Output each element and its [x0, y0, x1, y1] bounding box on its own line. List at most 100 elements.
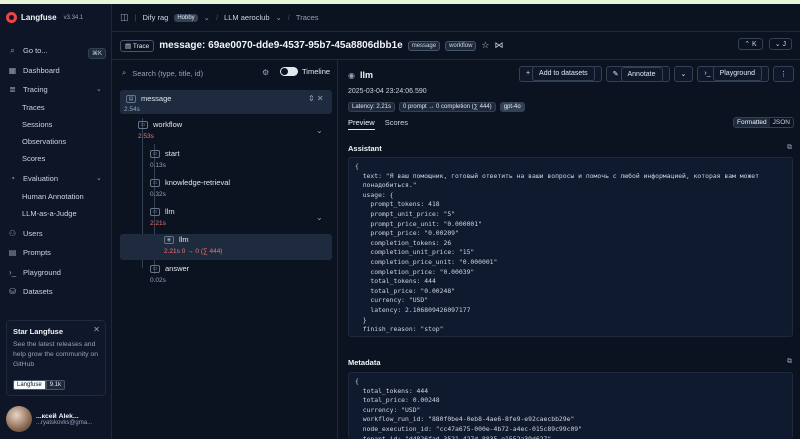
sidebar-item-llm-as-a-judge[interactable]: LLM-as-a-Judge [22, 209, 77, 218]
sidebar-item-human-annotation[interactable]: Human Annotation [22, 192, 84, 201]
chevron-down-icon[interactable]: ⌄ [316, 126, 323, 135]
next-trace-button[interactable]: ⌄ J [768, 38, 792, 50]
close-icon[interactable]: ✕ [93, 325, 100, 334]
copy-icon[interactable]: ⧉ [787, 358, 792, 366]
chevron-down-icon[interactable]: ⌄ [316, 213, 323, 222]
tag-workflow[interactable]: workflow [445, 40, 477, 51]
trace-titlebar: ▤ Trace message: 69ae0070-dde9-4537-95b7… [112, 32, 800, 60]
chevron-down-icon[interactable]: ⌄ [276, 13, 282, 22]
playground-button[interactable]: ›_ Playground [697, 66, 769, 82]
chevron-down-icon[interactable]: ⌄ [96, 85, 102, 93]
timeline-toggle[interactable]: Timeline [280, 67, 330, 76]
dashboard-icon: ▦ [8, 66, 17, 75]
sidebar-item-label: Evaluation [23, 174, 59, 183]
chevron-down-icon[interactable]: ⌄ [204, 13, 210, 22]
app: Langfuse v3.34.1 ⌕ Go to... ⌘K ▦ Dashboa… [0, 4, 800, 439]
node-name: knowledge-retrieval [165, 178, 231, 187]
sidebar-item-observations[interactable]: Observations [22, 137, 66, 146]
sidebar-item-evaluation[interactable]: ◔ Evaluation [8, 174, 58, 183]
previous-trace-button[interactable]: ⌃ K [738, 38, 763, 50]
model-badge: gpt-4o [499, 102, 525, 112]
tree-node-answer[interactable]: ▭ answer [150, 264, 189, 273]
github-star-button[interactable]: Langfuse 9.1k [13, 380, 66, 390]
tree-node-knowledge-retrieval[interactable]: ▭ knowledge-retrieval [150, 178, 230, 187]
sidebar-toggle-icon[interactable]: ◫ [120, 12, 129, 23]
tree-node-llm-generation[interactable]: ◉ llm [164, 235, 189, 244]
app-version: v3.34.1 [63, 14, 84, 21]
span-icon: ▭ [138, 120, 148, 129]
tag-message[interactable]: message [407, 40, 441, 51]
goto-label: Go to... [23, 46, 48, 55]
sidebar-item-playground[interactable]: ›_ Playground [8, 268, 61, 277]
format-json[interactable]: JSON [770, 118, 793, 127]
page-title: message: 69ae0070-dde9-4537-95b7-45a8806… [159, 40, 403, 51]
sidebar-item-scores[interactable]: Scores [22, 154, 45, 163]
sidebar-item-label: Playground [23, 268, 61, 277]
settings-icon[interactable]: ⚙ [262, 68, 269, 77]
sidebar-item-prompts[interactable]: ▤ Prompts [8, 248, 51, 257]
node-latency: 0.13s [150, 162, 166, 169]
button-label: Playground [712, 66, 762, 81]
sidebar-item-traces[interactable]: Traces [22, 103, 45, 112]
sidebar-item-label: Prompts [23, 248, 51, 257]
sidebar-item-label: Datasets [23, 287, 53, 296]
star-langfuse-card: Star Langfuse ✕ See the latest releases … [6, 320, 106, 396]
tree-node-message[interactable]: ▤ message [126, 94, 171, 103]
file-text-icon: ▤ [8, 248, 17, 257]
node-name: message [141, 94, 172, 103]
breadcrumb-section[interactable]: Traces [296, 13, 319, 22]
search-icon: ⌕ [10, 45, 15, 55]
generation-icon: ◉ [164, 235, 174, 244]
tab-preview[interactable]: Preview [348, 118, 375, 130]
star-icon[interactable]: ☆ [481, 40, 489, 51]
star-title: Star Langfuse [13, 327, 64, 336]
metadata-label: Metadata [348, 358, 381, 367]
copy-icon[interactable]: ⧉ [787, 144, 792, 152]
span-icon: ▭ [150, 207, 160, 216]
users-icon: ⚇ [8, 229, 17, 238]
sidebar-item-label: Tracing [23, 85, 48, 94]
span-icon: ▭ [150, 264, 160, 273]
database-icon: ⛁ [9, 287, 16, 296]
breadcrumb-project[interactable]: Dify rag [142, 13, 168, 22]
detail-tabs: Preview Scores [348, 118, 408, 130]
node-name: start [165, 149, 180, 158]
annotate-dropdown-button[interactable]: ⌄ [673, 66, 694, 82]
sidebar-item-tracing[interactable]: ≣ Tracing [8, 85, 48, 94]
tree-node-llm-span[interactable]: ▭ llm [150, 207, 175, 216]
more-button[interactable]: ⋮ [773, 66, 794, 82]
node-latency: 0.02s [150, 277, 166, 284]
tab-scores[interactable]: Scores [385, 118, 408, 130]
chevron-down-icon[interactable]: ⌄ [96, 174, 102, 182]
tree-search-input[interactable]: ⌕ Search (type, title, id) [122, 68, 203, 78]
trace-tree-panel: ⌕ Search (type, title, id) ⚙ Timeline ▤ … [112, 60, 338, 439]
share-icon[interactable]: ⋈ [495, 40, 504, 51]
breadcrumb-org[interactable]: LLM aeroclub [224, 13, 269, 22]
goto-shortcut: ⌘K [88, 48, 107, 59]
tree-node-workflow[interactable]: ▭ workflow [138, 120, 182, 129]
node-name: workflow [153, 120, 183, 129]
brand[interactable]: Langfuse v3.34.1 [6, 12, 83, 23]
goto-button[interactable]: ⌕ Go to... [8, 45, 48, 56]
terminal-icon: ›_ [8, 268, 17, 277]
sidebar-item-dashboard[interactable]: ▦ Dashboard [8, 66, 60, 75]
add-to-datasets-button[interactable]: + Add to datasets [518, 66, 602, 82]
format-formatted[interactable]: Formatted [734, 118, 770, 127]
collapse-icon[interactable]: ⇕ ✕ [308, 94, 324, 103]
avatar [6, 406, 32, 432]
user-menu[interactable]: ...ксей Alek... ...ryatskovks@gma... [6, 406, 92, 432]
trace-icon: ▤ [126, 94, 136, 103]
trace-badge-label: Trace [132, 42, 150, 50]
selected-row [120, 234, 332, 260]
sidebar-item-datasets[interactable]: ⛁ Datasets [8, 287, 53, 296]
tree-node-start[interactable]: ▭ start [150, 149, 180, 158]
user-name: ...ксей Alek... [36, 412, 79, 420]
node-name: llm [179, 235, 189, 244]
sidebar-item-sessions[interactable]: Sessions [22, 120, 52, 129]
button-label: Annotate [620, 67, 663, 82]
trace-type-badge: ▤ Trace [120, 39, 155, 52]
sidebar-item-users[interactable]: ⚇ Users [8, 229, 43, 238]
sidebar-item-label: Users [23, 229, 43, 238]
github-label: Langfuse [13, 380, 46, 390]
annotate-button[interactable]: ✎ Annotate [605, 66, 670, 82]
